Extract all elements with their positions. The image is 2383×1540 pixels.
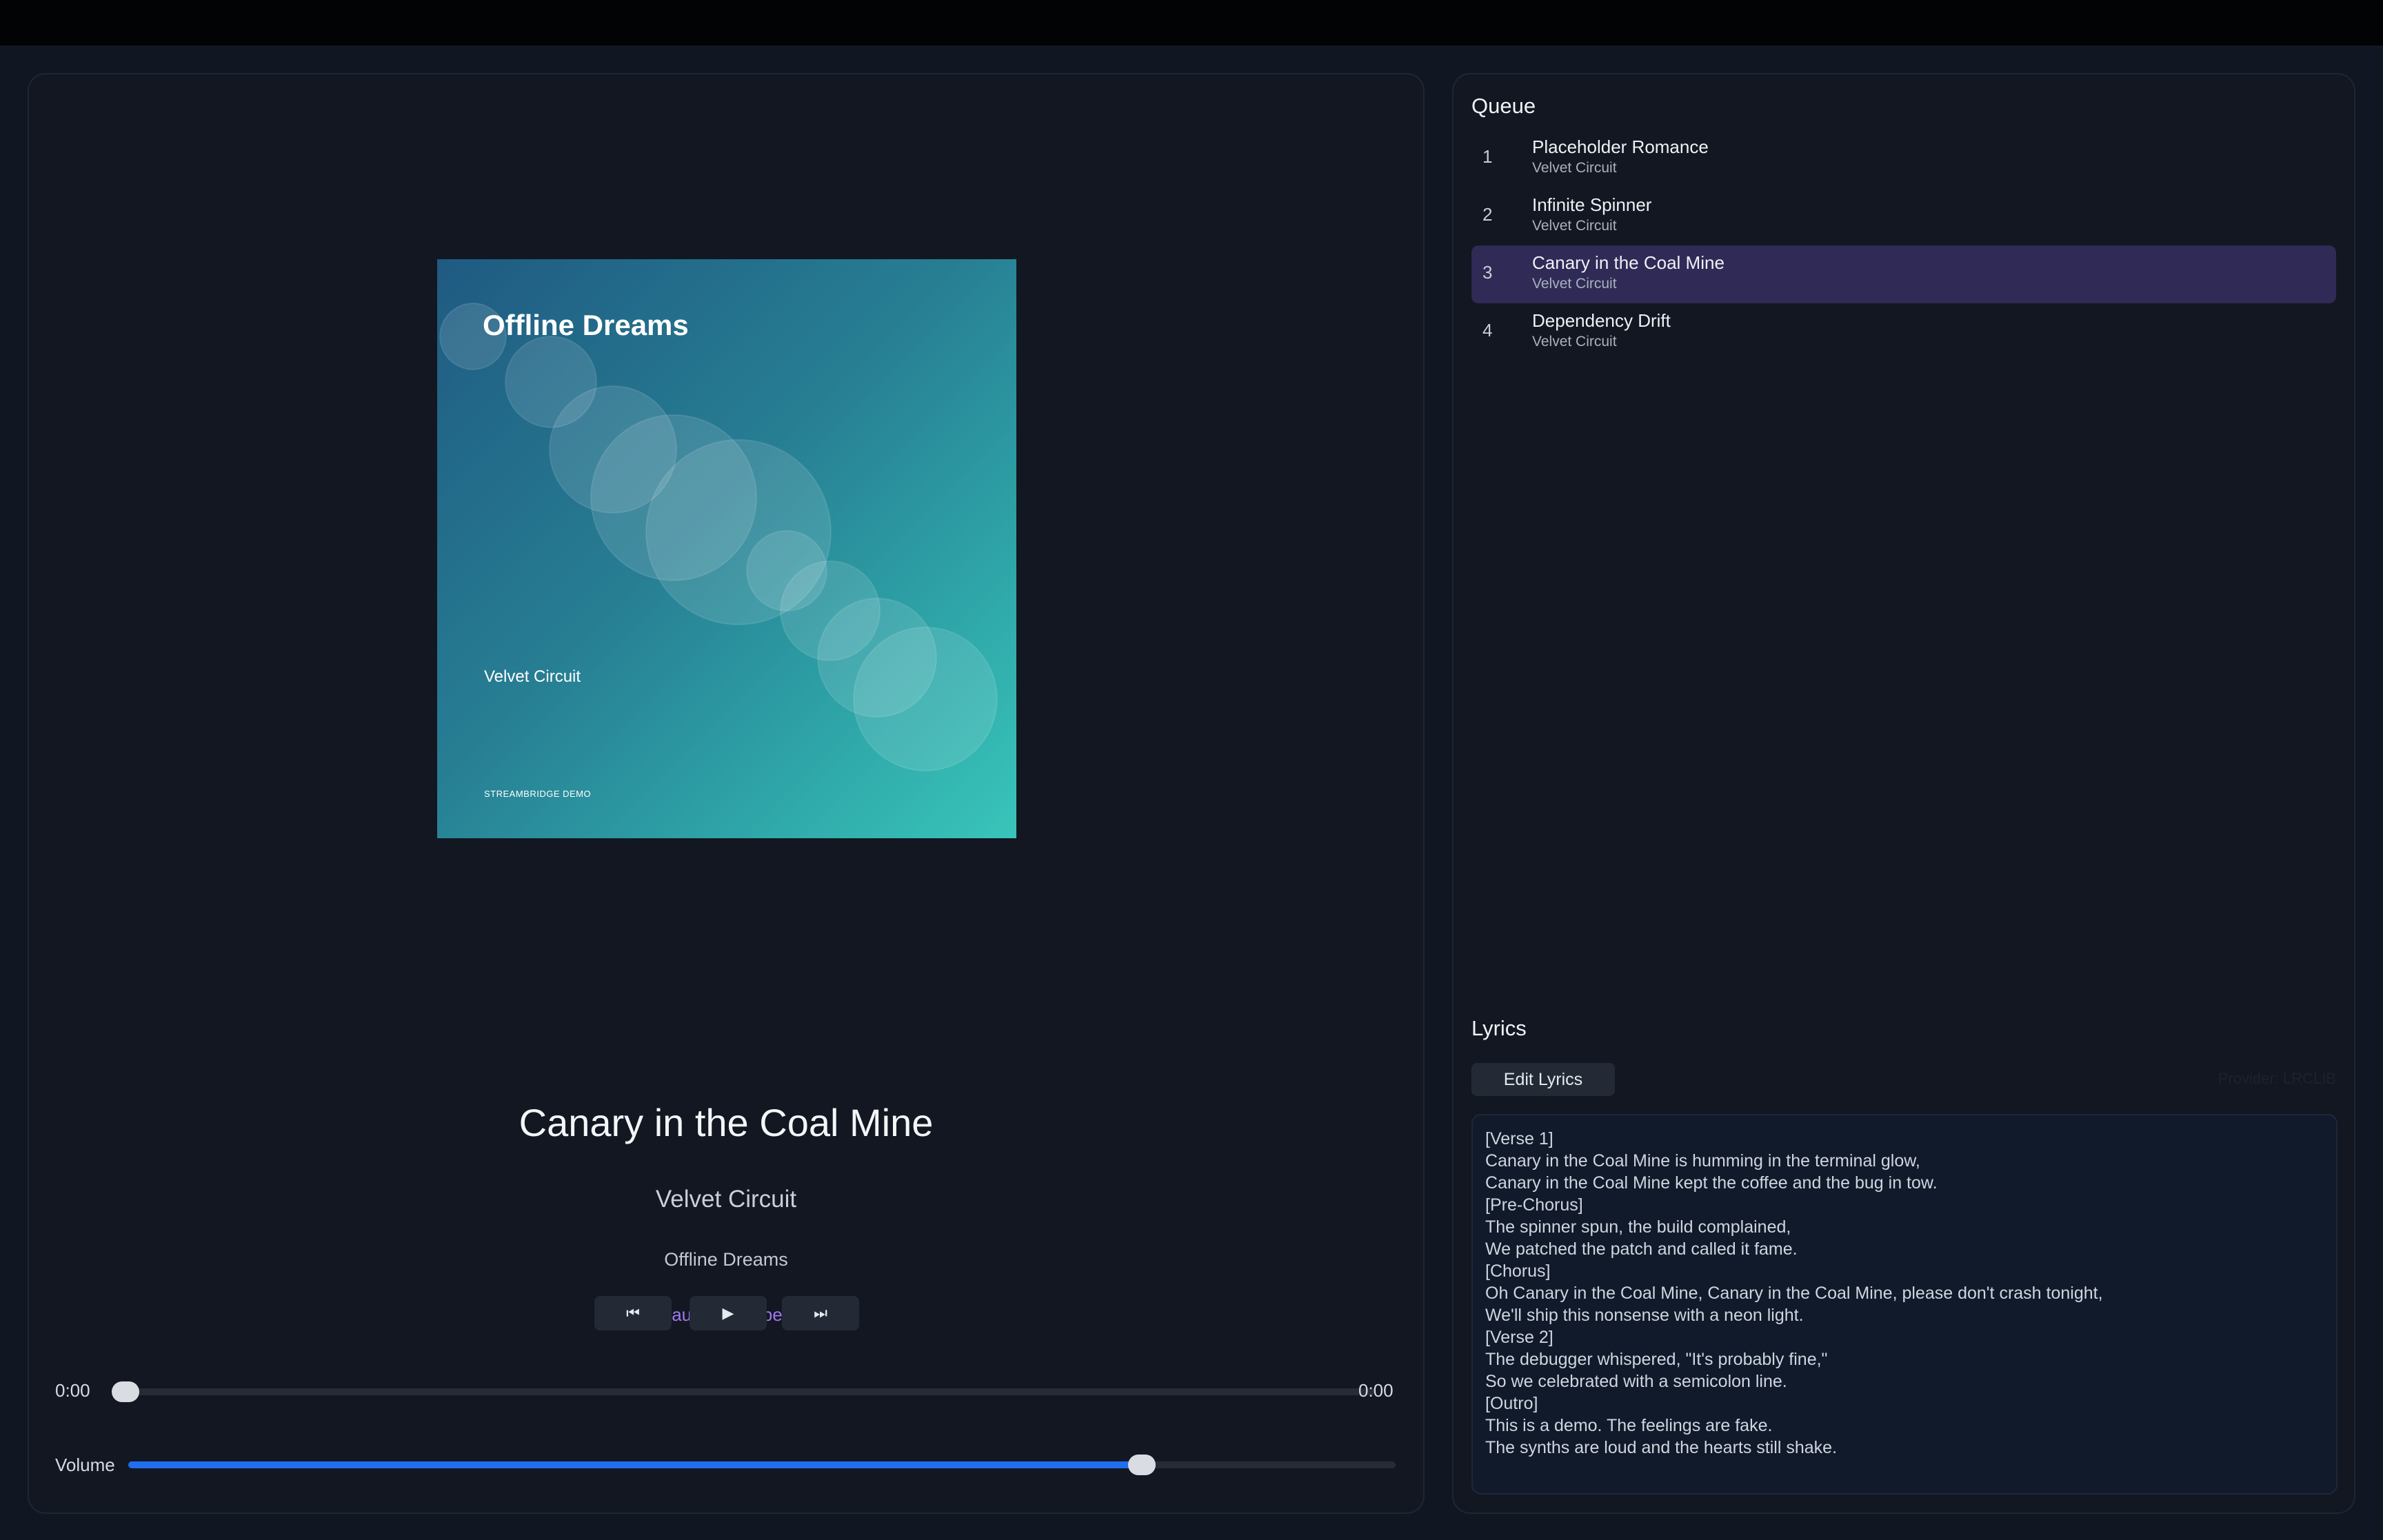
current-time: 0:00 [55, 1380, 90, 1401]
now-playing-panel: Offline Dreams Velvet Circuit STREAMBRID… [28, 73, 1425, 1514]
lyric-line: The spinner spun, the build complained, [1485, 1217, 1791, 1237]
seek-bar-thumb[interactable] [112, 1381, 139, 1402]
album-art-label: STREAMBRIDGE DEMO [484, 789, 592, 799]
album-art: Offline Dreams Velvet Circuit STREAMBRID… [437, 259, 1016, 838]
lyrics-heading: Lyrics [1471, 1016, 1527, 1040]
queue-item-title: Canary in the Coal Mine [1532, 252, 1725, 273]
volume-slider-thumb[interactable] [1128, 1455, 1156, 1475]
queue-item-artist: Velvet Circuit [1532, 218, 1617, 234]
track-album: Offline Dreams [664, 1249, 788, 1270]
queue-item[interactable]: 1 Placeholder Romance Velvet Circuit [1471, 130, 2336, 188]
queue-item-artist: Velvet Circuit [1532, 276, 1617, 292]
lyric-line: We'll ship this nonsense with a neon lig… [1485, 1306, 1804, 1325]
queue-item-artist: Velvet Circuit [1532, 160, 1617, 176]
track-title: Canary in the Coal Mine [519, 1101, 934, 1144]
lyric-line: [Outro] [1485, 1394, 1538, 1413]
lyric-line: Oh Canary in the Coal Mine, Canary in th… [1485, 1284, 2103, 1303]
queue-heading: Queue [1471, 94, 1536, 118]
queue-item-number: 1 [1482, 146, 1493, 167]
play-icon: ▶ [722, 1304, 734, 1321]
lyric-line: Canary in the Coal Mine kept the coffee … [1485, 1173, 1938, 1193]
lyric-line: [Chorus] [1485, 1262, 1551, 1281]
lyric-line: The debugger whispered, "It's probably f… [1485, 1350, 1828, 1369]
queue-item-number: 3 [1482, 262, 1493, 283]
queue-item-title: Placeholder Romance [1532, 136, 1709, 157]
album-art-bubbles [439, 303, 998, 771]
queue-item[interactable]: 3 Canary in the Coal Mine Velvet Circuit [1471, 245, 2336, 303]
play-button[interactable]: ▶ [690, 1296, 767, 1330]
window-top-bar [0, 0, 2383, 45]
edit-lyrics-button[interactable]: Edit Lyrics [1471, 1063, 1615, 1096]
previous-icon: ⏮ [626, 1304, 640, 1321]
track-artist: Velvet Circuit [655, 1186, 797, 1213]
queue-item-artist: Velvet Circuit [1532, 334, 1617, 349]
queue-item-number: 4 [1482, 320, 1493, 341]
lyric-line: Canary in the Coal Mine is humming in th… [1485, 1151, 1920, 1171]
volume-label: Volume [55, 1455, 115, 1475]
queue-list: 1 Placeholder Romance Velvet Circuit 2 I… [1471, 130, 2336, 361]
queue-item[interactable]: 4 Dependency Drift Velvet Circuit [1471, 303, 2336, 361]
lyric-line: [Pre-Chorus] [1485, 1195, 1583, 1215]
lyric-line: [Verse 1] [1485, 1129, 1554, 1148]
previous-button[interactable]: ⏮ [594, 1296, 672, 1330]
volume-slider[interactable] [128, 1455, 1396, 1475]
next-button[interactable]: ⏭ [782, 1296, 859, 1330]
volume-slider-fill [128, 1461, 1143, 1468]
lyric-line: So we celebrated with a semicolon line. [1485, 1372, 1787, 1391]
lyric-line: The synths are loud and the hearts still… [1485, 1438, 1838, 1457]
queue-item-title: Infinite Spinner [1532, 194, 1652, 215]
album-art-title: Offline Dreams [483, 309, 689, 341]
lyric-line: [Verse 2] [1485, 1328, 1554, 1347]
queue-item[interactable]: 2 Infinite Spinner Velvet Circuit [1471, 188, 2336, 245]
next-icon: ⏭ [814, 1304, 827, 1321]
duration-time: 0:00 [1358, 1380, 1394, 1401]
side-panel: Queue 1 Placeholder Romance Velvet Circu… [1452, 73, 2355, 1514]
lyric-line: This is a demo. The feelings are fake. [1485, 1416, 1773, 1435]
lyrics-provider: Provider: LRCLIB [2218, 1070, 2336, 1087]
seek-bar[interactable] [112, 1381, 1375, 1402]
lyric-line: We patched the patch and called it fame. [1485, 1239, 1798, 1259]
queue-item-number: 2 [1482, 204, 1493, 225]
lyrics-text[interactable]: [Verse 1] Canary in the Coal Mine is hum… [1471, 1114, 2337, 1495]
album-art-artist: Velvet Circuit [484, 667, 581, 686]
queue-item-title: Dependency Drift [1532, 310, 1671, 331]
